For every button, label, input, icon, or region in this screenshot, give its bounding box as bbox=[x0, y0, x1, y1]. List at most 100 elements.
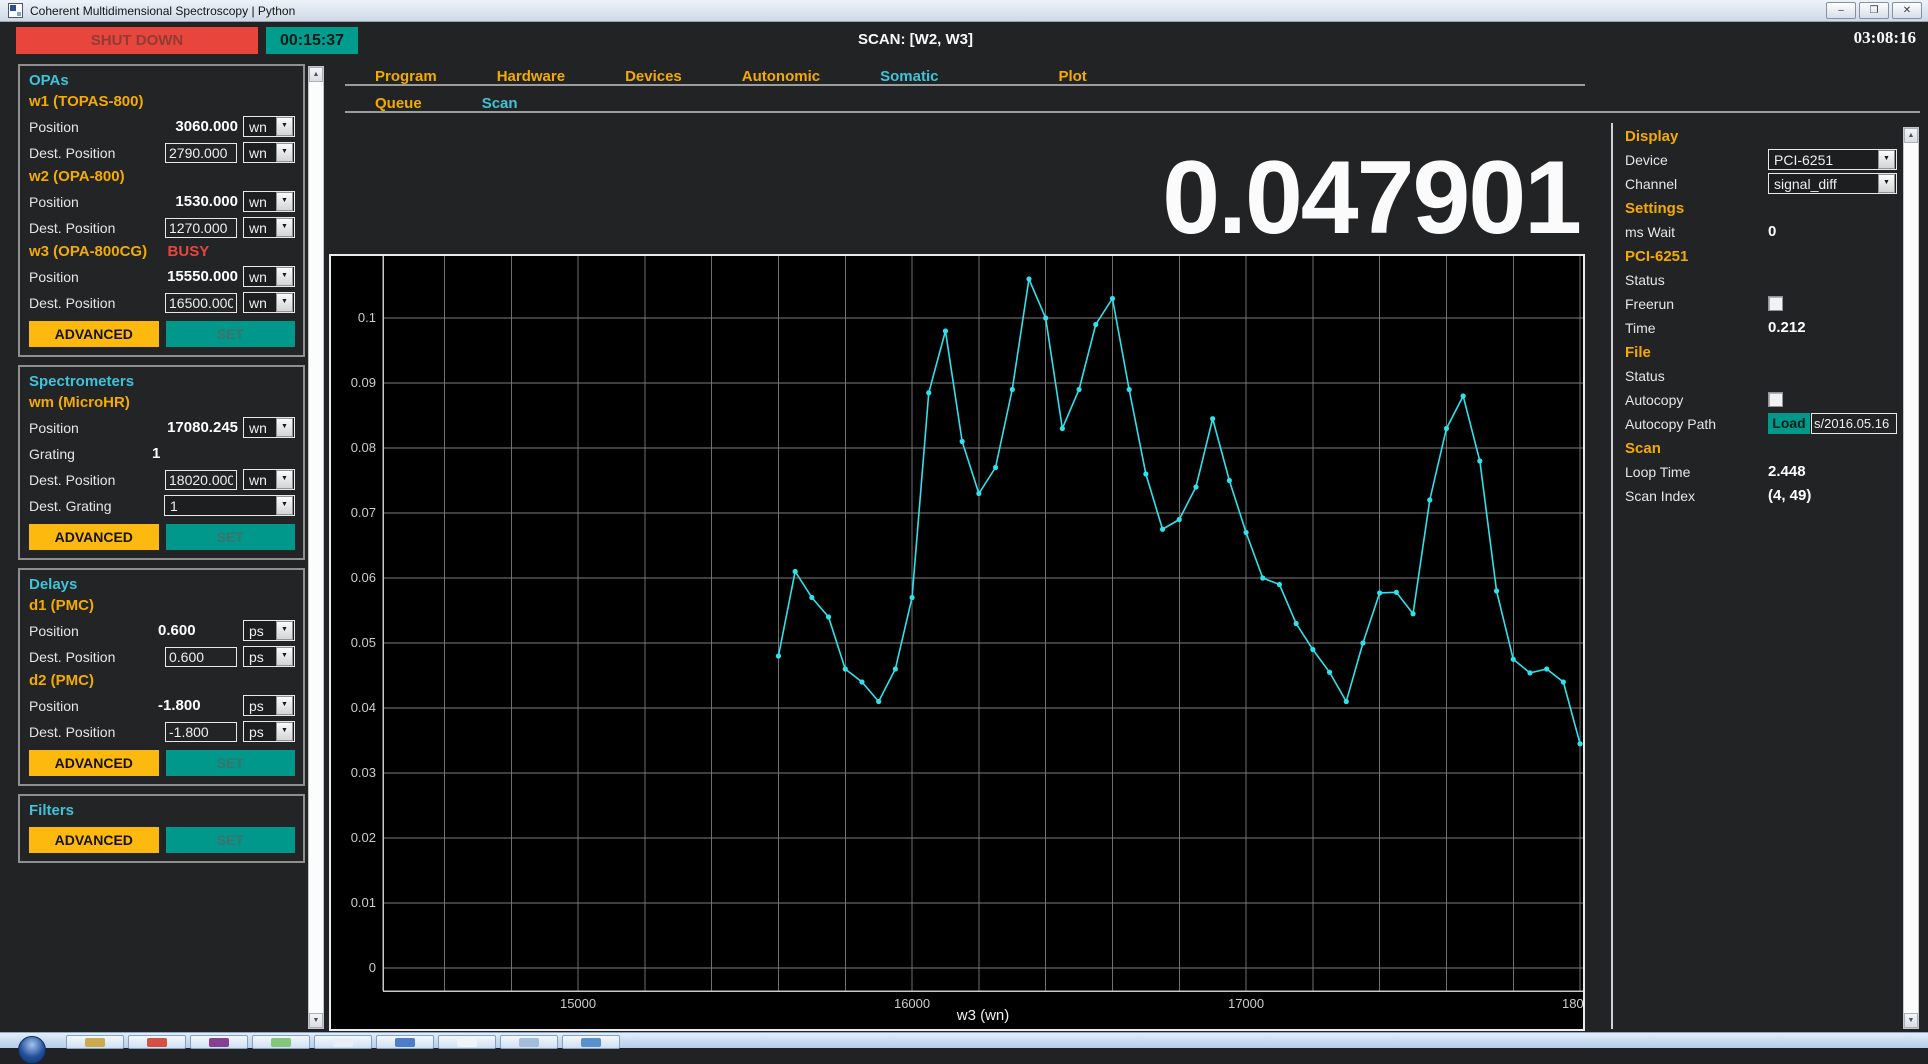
d2-position-units-combo[interactable]: ps ▼ bbox=[243, 695, 295, 716]
chevron-down-icon[interactable]: ▼ bbox=[276, 470, 293, 489]
w2-dest-input[interactable] bbox=[165, 218, 237, 238]
minimize-button[interactable]: – bbox=[1826, 2, 1856, 19]
tab-devices[interactable]: Devices bbox=[595, 69, 712, 84]
opas-advanced-button[interactable]: ADVANCED bbox=[29, 321, 159, 347]
right-panel-scrollbar[interactable]: ▲ ▼ bbox=[1903, 127, 1919, 1029]
device-combo[interactable]: PCI-6251 ▼ bbox=[1768, 149, 1897, 170]
taskbar-app-button[interactable] bbox=[500, 1035, 558, 1049]
filters-advanced-button[interactable]: ADVANCED bbox=[29, 827, 159, 853]
chevron-down-icon[interactable]: ▼ bbox=[276, 418, 293, 437]
taskbar-app-button[interactable] bbox=[438, 1035, 496, 1049]
shutdown-button[interactable]: SHUT DOWN bbox=[16, 27, 258, 54]
wm-dest-units-combo[interactable]: wn ▼ bbox=[243, 469, 295, 490]
chevron-down-icon[interactable]: ▼ bbox=[1878, 150, 1895, 169]
load-button[interactable]: Load bbox=[1768, 413, 1810, 434]
tab-hardware[interactable]: Hardware bbox=[467, 69, 595, 84]
w1-dest-input[interactable] bbox=[165, 143, 237, 163]
d2-dest-row: Dest. Position ps ▼ bbox=[29, 719, 295, 744]
scroll-up-icon[interactable]: ▲ bbox=[1904, 128, 1918, 143]
scroll-down-icon[interactable]: ▼ bbox=[1904, 1013, 1918, 1028]
restore-button[interactable]: ❐ bbox=[1859, 2, 1889, 19]
chevron-down-icon[interactable]: ▼ bbox=[276, 696, 293, 715]
taskbar-app-button[interactable] bbox=[128, 1035, 186, 1049]
close-button[interactable]: ✕ bbox=[1892, 2, 1922, 19]
channel-combo[interactable]: signal_diff ▼ bbox=[1768, 173, 1897, 194]
w1-position-value: 3060.000 bbox=[158, 118, 243, 135]
w3-dest-input[interactable] bbox=[165, 293, 237, 313]
chevron-down-icon[interactable]: ▼ bbox=[276, 267, 293, 286]
svg-text:0.06: 0.06 bbox=[351, 570, 376, 585]
taskbar-app-button[interactable] bbox=[562, 1035, 620, 1049]
wm-dest-grating-combo[interactable]: 1 ▼ bbox=[164, 495, 295, 516]
pci-status-row: Status bbox=[1625, 268, 1897, 291]
chevron-down-icon[interactable]: ▼ bbox=[276, 722, 293, 741]
taskbar-app-button[interactable] bbox=[314, 1035, 372, 1049]
chevron-down-icon[interactable]: ▼ bbox=[276, 496, 293, 515]
tab-scan[interactable]: Scan bbox=[452, 96, 548, 111]
d1-dest-input[interactable] bbox=[165, 647, 237, 667]
taskbar-app-button[interactable] bbox=[376, 1035, 434, 1049]
w1-dest-units-combo[interactable]: wn ▼ bbox=[243, 142, 295, 163]
taskbar-app-button[interactable] bbox=[252, 1035, 310, 1049]
chevron-down-icon[interactable]: ▼ bbox=[276, 218, 293, 237]
chevron-down-icon[interactable]: ▼ bbox=[1878, 174, 1895, 193]
tab-plot[interactable]: Plot bbox=[1028, 69, 1116, 84]
scroll-up-icon[interactable]: ▲ bbox=[309, 67, 323, 82]
opas-set-button[interactable]: SET bbox=[166, 321, 296, 347]
autocopy-path-row: Autocopy Path Load s/2016.05.16 bbox=[1625, 412, 1897, 435]
loop-time-row: Loop Time 2.448 bbox=[1625, 460, 1897, 483]
w3-busy-badge: BUSY bbox=[168, 243, 210, 260]
wm-position-units-combo[interactable]: wn ▼ bbox=[243, 417, 295, 438]
w1-position-units-combo[interactable]: wn ▼ bbox=[243, 116, 295, 137]
position-label: Position bbox=[29, 269, 158, 285]
w3-dest-units-combo[interactable]: wn ▼ bbox=[243, 292, 295, 313]
filters-set-button[interactable]: SET bbox=[166, 827, 296, 853]
w2-position-units-combo[interactable]: wn ▼ bbox=[243, 191, 295, 212]
chevron-down-icon[interactable]: ▼ bbox=[276, 192, 293, 211]
chevron-down-icon[interactable]: ▼ bbox=[276, 293, 293, 312]
position-label: Position bbox=[29, 698, 150, 714]
scroll-down-icon[interactable]: ▼ bbox=[309, 1013, 323, 1028]
taskbar-app-icon bbox=[581, 1038, 601, 1047]
spectrometers-set-button[interactable]: SET bbox=[166, 524, 296, 550]
tab-somatic[interactable]: Somatic bbox=[850, 69, 968, 84]
svg-text:0.04: 0.04 bbox=[351, 700, 376, 715]
wm-position-row: Position 17080.245 wn ▼ bbox=[29, 415, 295, 440]
d1-dest-units-combo[interactable]: ps ▼ bbox=[243, 646, 295, 667]
dest-position-label: Dest. Position bbox=[29, 724, 165, 740]
svg-text:18000: 18000 bbox=[1562, 996, 1583, 1011]
d2-dest-units-combo[interactable]: ps ▼ bbox=[243, 721, 295, 742]
windows-taskbar[interactable] bbox=[0, 1032, 1928, 1048]
spectrometers-advanced-button[interactable]: ADVANCED bbox=[29, 524, 159, 550]
taskbar-app-button[interactable] bbox=[66, 1035, 124, 1049]
delays-set-button[interactable]: SET bbox=[166, 750, 296, 776]
d1-position-units-combo[interactable]: ps ▼ bbox=[243, 620, 295, 641]
chevron-down-icon[interactable]: ▼ bbox=[276, 647, 293, 666]
w3-position-value: 15550.000 bbox=[158, 268, 243, 285]
opas-title: OPAs bbox=[29, 70, 295, 91]
w3-position-units-combo[interactable]: wn ▼ bbox=[243, 266, 295, 287]
tab-program[interactable]: Program bbox=[345, 69, 467, 84]
tab-autonomic[interactable]: Autonomic bbox=[712, 69, 850, 84]
svg-text:16000: 16000 bbox=[894, 996, 930, 1011]
status-label: Status bbox=[1625, 272, 1768, 288]
chevron-down-icon[interactable]: ▼ bbox=[276, 143, 293, 162]
delays-advanced-button[interactable]: ADVANCED bbox=[29, 750, 159, 776]
device-row: Device PCI-6251 ▼ bbox=[1625, 148, 1897, 171]
central-scrollbar[interactable]: ▲ ▼ bbox=[308, 66, 324, 1029]
autocopy-checkbox[interactable] bbox=[1768, 392, 1783, 407]
chevron-down-icon[interactable]: ▼ bbox=[276, 117, 293, 136]
svg-text:0: 0 bbox=[369, 960, 376, 975]
tab-queue[interactable]: Queue bbox=[345, 96, 452, 111]
taskbar-app-button[interactable] bbox=[190, 1035, 248, 1049]
wm-dest-input[interactable] bbox=[165, 470, 237, 490]
d2-dest-input[interactable] bbox=[165, 722, 237, 742]
freerun-checkbox[interactable] bbox=[1768, 296, 1783, 311]
start-button[interactable] bbox=[18, 1036, 46, 1064]
chevron-down-icon[interactable]: ▼ bbox=[276, 621, 293, 640]
w2-dest-units-combo[interactable]: wn ▼ bbox=[243, 217, 295, 238]
right-panel-divider bbox=[1611, 123, 1613, 1029]
autocopy-path-field[interactable]: s/2016.05.16 bbox=[1811, 413, 1897, 434]
wm-grating-value: 1 bbox=[150, 445, 295, 462]
loop-time-label: Loop Time bbox=[1625, 464, 1768, 480]
